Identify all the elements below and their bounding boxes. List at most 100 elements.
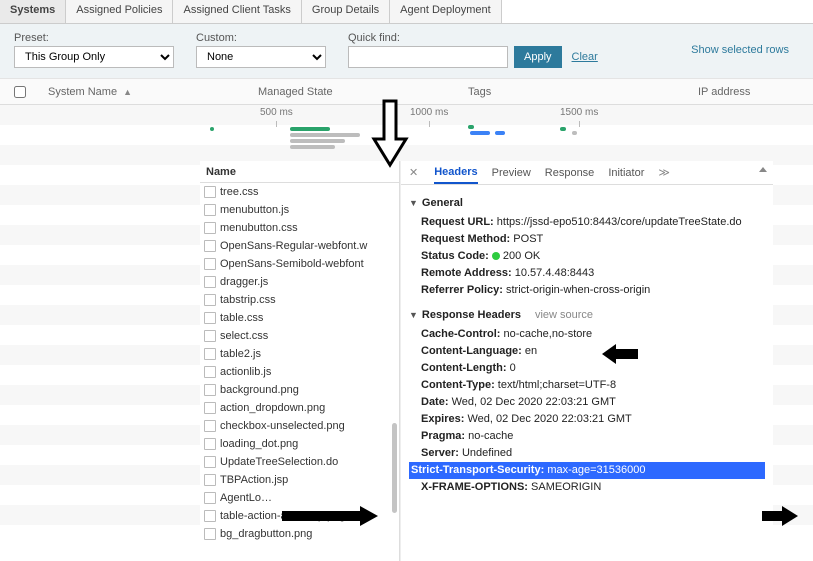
network-timeline[interactable]: 500 ms 1000 ms 1500 ms	[200, 107, 773, 155]
preset-label: Preset:	[14, 32, 174, 44]
list-item[interactable]: menubutton.css	[200, 219, 399, 237]
col-managed-state[interactable]: Managed State	[250, 86, 460, 98]
tab-preview[interactable]: Preview	[492, 163, 531, 183]
custom-select[interactable]: None	[196, 46, 326, 68]
col-tags[interactable]: Tags	[460, 86, 690, 98]
file-name: tree.css	[220, 186, 259, 198]
quickfind-input[interactable]	[348, 46, 508, 68]
list-item[interactable]: tabstrip.css	[200, 291, 399, 309]
kv-status-code: Status Code: 200 OK	[409, 248, 765, 265]
tab-systems[interactable]: Systems	[0, 0, 66, 23]
file-name: TBPAction.jsp	[220, 474, 288, 486]
view-source-link[interactable]: view source	[535, 307, 593, 324]
file-name: bg_dragbutton.png	[220, 528, 312, 540]
annotation-arrow-right	[760, 505, 800, 527]
section-general[interactable]: ▼ General	[409, 195, 765, 212]
quickfind-label: Quick find:	[348, 32, 598, 44]
file-name: AgentLo…	[220, 492, 272, 504]
status-ok-icon	[492, 252, 500, 260]
clear-link[interactable]: Clear	[572, 51, 598, 63]
file-name: UpdateTreeSelection.do	[220, 456, 338, 468]
list-item[interactable]: menubutton.js	[200, 201, 399, 219]
list-item[interactable]: table.css	[200, 309, 399, 327]
custom-label: Custom:	[196, 32, 326, 44]
tab-assigned-policies[interactable]: Assigned Policies	[66, 0, 173, 23]
file-name: OpenSans-Semibold-webfont	[220, 258, 364, 270]
list-item[interactable]: dragger.js	[200, 273, 399, 291]
file-icon	[204, 528, 216, 540]
file-name: table.css	[220, 312, 263, 324]
file-name: action_dropdown.png	[220, 402, 325, 414]
header-row: Expires: Wed, 02 Dec 2020 22:03:21 GMT	[409, 411, 765, 428]
timeline-tick: 500 ms	[260, 107, 293, 118]
kv-referrer-policy: Referrer Policy: strict-origin-when-cros…	[409, 282, 765, 299]
tab-group-details[interactable]: Group Details	[302, 0, 390, 23]
devtools-panel: Name tree.cssmenubutton.jsmenubutton.css…	[200, 161, 773, 561]
list-item[interactable]: select.css	[200, 327, 399, 345]
headers-pane: ✕ Headers Preview Response Initiator ≫ ▼…	[400, 161, 773, 561]
file-icon	[204, 240, 216, 252]
file-name: tabstrip.css	[220, 294, 276, 306]
main-tabbar: SystemsAssigned PoliciesAssigned Client …	[0, 0, 813, 24]
timeline-tick: 1000 ms	[410, 107, 448, 118]
file-icon	[204, 438, 216, 450]
list-item[interactable]: background.png	[200, 381, 399, 399]
file-icon	[204, 312, 216, 324]
select-all-checkbox[interactable]	[14, 86, 26, 98]
file-icon	[204, 222, 216, 234]
annotation-arrow-down	[370, 99, 410, 169]
file-icon	[204, 456, 216, 468]
header-row: Pragma: no-cache	[409, 428, 765, 445]
header-row: Cache-Control: no-cache,no-store	[409, 326, 765, 343]
file-name: dragger.js	[220, 276, 268, 288]
file-icon	[204, 258, 216, 270]
file-icon	[204, 186, 216, 198]
tab-initiator[interactable]: Initiator	[608, 163, 644, 183]
header-row: Server: Undefined	[409, 445, 765, 462]
chevron-down-icon: ▼	[409, 195, 418, 212]
header-row: Date: Wed, 02 Dec 2020 22:03:21 GMT	[409, 394, 765, 411]
list-item[interactable]: table2.js	[200, 345, 399, 363]
tab-response[interactable]: Response	[545, 163, 595, 183]
tab-assigned-client-tasks[interactable]: Assigned Client Tasks	[173, 0, 301, 23]
tab-headers[interactable]: Headers	[434, 162, 477, 184]
file-icon	[204, 384, 216, 396]
list-item[interactable]: UpdateTreeSelection.do	[200, 453, 399, 471]
list-item[interactable]: OpenSans-Regular-webfont.w	[200, 237, 399, 255]
list-item[interactable]: checkbox-unselected.png	[200, 417, 399, 435]
tab-agent-deployment[interactable]: Agent Deployment	[390, 0, 502, 23]
list-item[interactable]: TBPAction.jsp	[200, 471, 399, 489]
network-file-list: Name tree.cssmenubutton.jsmenubutton.css…	[200, 161, 400, 561]
list-item[interactable]: tree.css	[200, 183, 399, 201]
show-selected-link[interactable]: Show selected rows	[691, 44, 789, 56]
file-icon	[204, 366, 216, 378]
col-ip-address[interactable]: IP address	[690, 86, 813, 98]
sort-asc-icon: ▲	[123, 87, 132, 97]
file-icon	[204, 474, 216, 486]
chevron-down-icon: ▼	[409, 307, 418, 324]
apply-button[interactable]: Apply	[514, 46, 562, 68]
list-item[interactable]: bg_dragbutton.png	[200, 525, 399, 543]
section-response-headers[interactable]: ▼ Response Headers view source	[409, 307, 765, 324]
file-name: OpenSans-Regular-webfont.w	[220, 240, 367, 252]
list-item[interactable]: loading_dot.png	[200, 435, 399, 453]
timeline-tick: 1500 ms	[560, 107, 598, 118]
close-icon[interactable]: ✕	[409, 166, 418, 179]
list-item[interactable]: OpenSans-Semibold-webfont	[200, 255, 399, 273]
file-icon	[204, 348, 216, 360]
file-icon	[204, 294, 216, 306]
more-tabs-icon[interactable]: ≫	[658, 166, 670, 179]
file-name: menubutton.css	[220, 222, 298, 234]
file-icon	[204, 492, 216, 504]
col-system-name[interactable]: System Name ▲	[40, 86, 250, 98]
preset-select[interactable]: This Group Only	[14, 46, 174, 68]
list-item[interactable]: action_dropdown.png	[200, 399, 399, 417]
list-item[interactable]: actionlib.js	[200, 363, 399, 381]
file-icon	[204, 402, 216, 414]
annotation-arrow-left	[600, 343, 640, 365]
file-icon	[204, 420, 216, 432]
file-icon	[204, 510, 216, 522]
file-name: checkbox-unselected.png	[220, 420, 345, 432]
file-name: actionlib.js	[220, 366, 271, 378]
file-name: table2.js	[220, 348, 261, 360]
